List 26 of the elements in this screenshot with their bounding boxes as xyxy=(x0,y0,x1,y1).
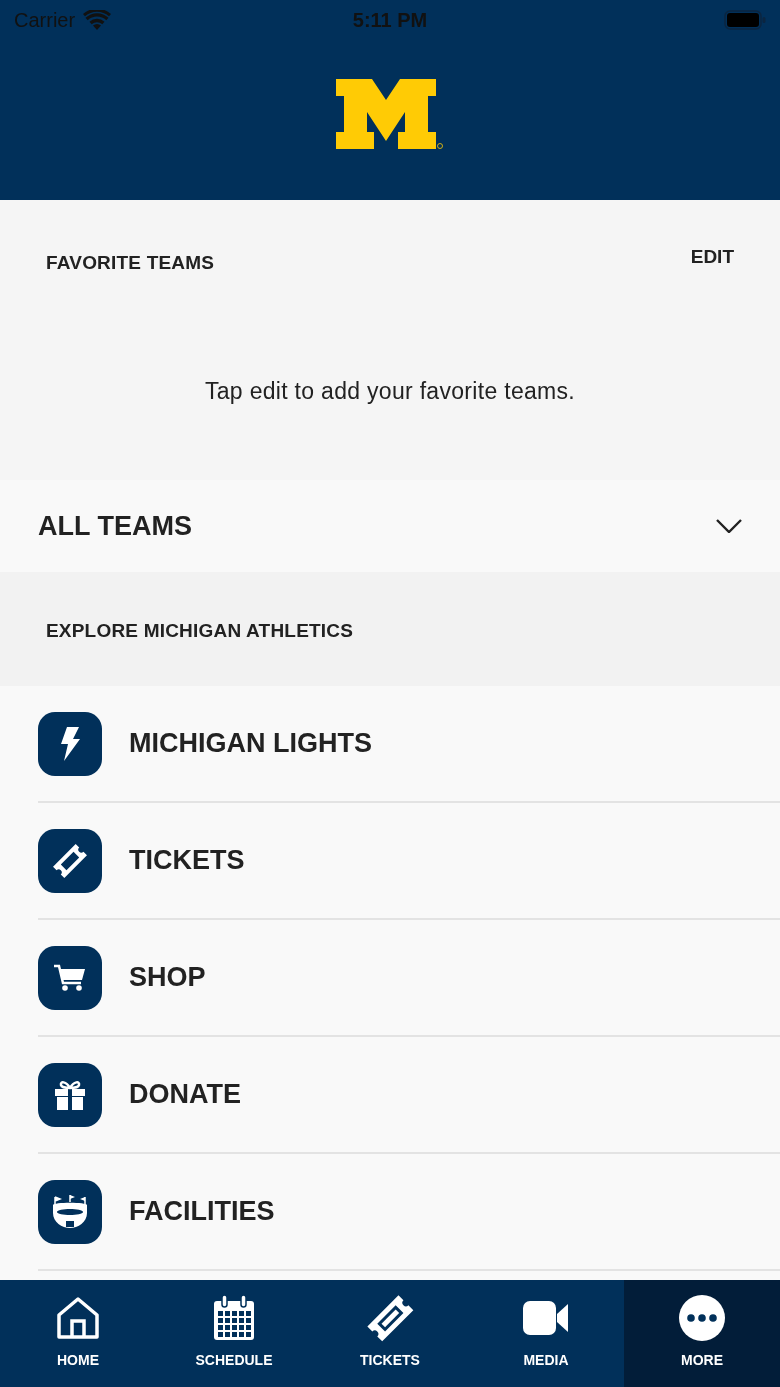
section-title: FAVORITE TEAMS xyxy=(46,251,215,274)
section-title: EXPLORE MICHIGAN ATHLETICS xyxy=(46,620,355,642)
tab-item[interactable]: MEDIA xyxy=(468,1280,624,1387)
lightning-bolt-icon xyxy=(38,711,102,776)
empty-message: Tap edit to add your favorite teams. xyxy=(203,378,577,405)
tab-item[interactable]: HOME xyxy=(0,1280,156,1387)
explore-item[interactable]: DONATE xyxy=(38,1037,780,1154)
wifi-icon xyxy=(83,10,112,30)
ticket-icon xyxy=(38,828,102,893)
tab-item[interactable]: TICKETS xyxy=(312,1280,468,1387)
more-icon xyxy=(678,1294,726,1342)
status-time: 5:11 PM xyxy=(352,8,428,32)
shopping-cart-icon xyxy=(38,945,102,1010)
stadium-icon xyxy=(38,1179,102,1244)
explore-item[interactable]: FACILITIES xyxy=(38,1154,780,1271)
edit-button[interactable]: EDIT xyxy=(690,246,734,268)
home-icon xyxy=(54,1294,102,1342)
explore-item[interactable]: MICHIGAN LIGHTS xyxy=(38,686,780,803)
explore-item[interactable]: TICKETS xyxy=(38,803,780,920)
explore-item[interactable]: SHOP xyxy=(38,920,780,1037)
gift-icon xyxy=(38,1062,102,1127)
ticket-icon xyxy=(366,1294,414,1342)
battery-icon xyxy=(724,10,766,30)
tab-item[interactable]: MORE xyxy=(624,1280,780,1387)
carrier-name: Carrier xyxy=(14,8,76,32)
tab-item[interactable]: SCHEDULE xyxy=(156,1280,312,1387)
